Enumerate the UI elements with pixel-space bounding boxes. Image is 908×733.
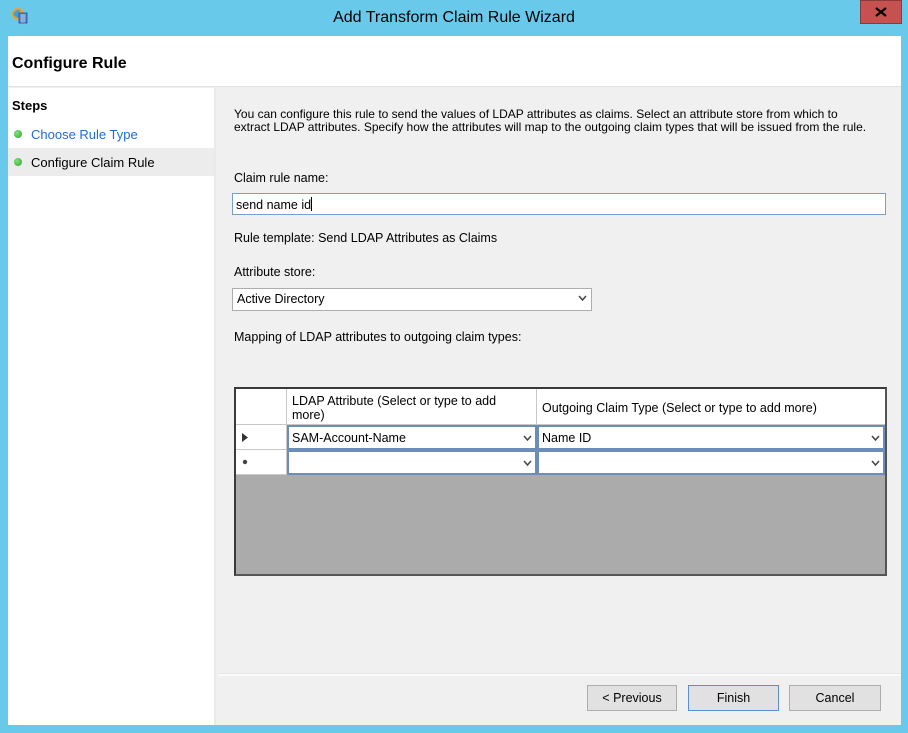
- window-title: Add Transform Claim Rule Wizard: [333, 9, 575, 26]
- footer-divider: [218, 673, 901, 676]
- claim-type-cell-new[interactable]: [537, 450, 885, 475]
- description-text: You can configure this rule to send the …: [234, 107, 867, 134]
- rule-template-text: Rule template: Send LDAP Attributes as C…: [234, 231, 498, 245]
- claim-type-value: Name ID: [542, 431, 592, 445]
- step-current-icon: [14, 158, 22, 166]
- new-row-asterisk-icon: [242, 459, 248, 465]
- chevron-down-icon: [871, 460, 880, 467]
- chevron-down-icon: [523, 435, 532, 442]
- chevron-down-icon: [871, 435, 880, 442]
- ldap-attribute-cell[interactable]: SAM-Account-Name: [287, 425, 537, 450]
- chevron-down-icon: [523, 460, 532, 467]
- wizard-client-area: Configure Rule Steps Choose Rule Type Co…: [8, 36, 901, 725]
- step-label: Choose Rule Type: [31, 127, 138, 142]
- ldap-attribute-cell-new[interactable]: [287, 450, 537, 475]
- claim-rule-name-value: send name id: [236, 198, 312, 212]
- mapping-grid: LDAP Attribute (Select or type to add mo…: [234, 387, 887, 576]
- steps-heading-label: Steps: [12, 98, 48, 113]
- title-bar: Add Transform Claim Rule Wizard: [0, 0, 908, 36]
- text-caret: [311, 197, 313, 211]
- step-choose-rule-type[interactable]: Choose Rule Type: [8, 120, 214, 148]
- chevron-down-icon: [578, 295, 587, 302]
- column-header-label: Outgoing Claim Type (Select or type to a…: [542, 401, 817, 415]
- row-header-current[interactable]: [236, 425, 287, 450]
- wizard-header: Configure Rule: [8, 36, 901, 87]
- column-header-claim-type[interactable]: Outgoing Claim Type (Select or type to a…: [537, 389, 885, 425]
- attribute-store-select[interactable]: Active Directory: [232, 288, 592, 311]
- close-button[interactable]: [860, 0, 902, 24]
- close-icon: [875, 7, 887, 17]
- cancel-button[interactable]: Cancel: [789, 685, 881, 711]
- attribute-store-label: Attribute store:: [234, 265, 316, 279]
- steps-panel: Steps Choose Rule Type Configure Claim R…: [8, 88, 216, 725]
- claim-rule-name-input[interactable]: send name id: [232, 193, 886, 215]
- claim-type-cell[interactable]: Name ID: [537, 425, 885, 450]
- grid-corner-header: [236, 389, 287, 425]
- current-row-arrow-icon: [242, 433, 248, 442]
- mapping-label: Mapping of LDAP attributes to outgoing c…: [234, 330, 522, 344]
- page-title: Configure Rule: [12, 55, 127, 72]
- column-header-ldap-attribute[interactable]: LDAP Attribute (Select or type to add mo…: [287, 389, 537, 425]
- claim-rule-name-label: Claim rule name:: [234, 171, 329, 185]
- step-configure-claim-rule: Configure Claim Rule: [8, 148, 214, 176]
- steps-heading: Steps: [8, 92, 214, 120]
- step-complete-icon: [14, 130, 22, 138]
- column-header-label: LDAP Attribute (Select or type to add mo…: [292, 394, 497, 422]
- attribute-store-value: Active Directory: [237, 292, 325, 306]
- step-label: Configure Claim Rule: [31, 155, 155, 170]
- row-header-new[interactable]: [236, 450, 287, 475]
- previous-button[interactable]: < Previous: [587, 685, 677, 711]
- ldap-attribute-value: SAM-Account-Name: [292, 431, 406, 445]
- finish-button[interactable]: Finish: [688, 685, 779, 711]
